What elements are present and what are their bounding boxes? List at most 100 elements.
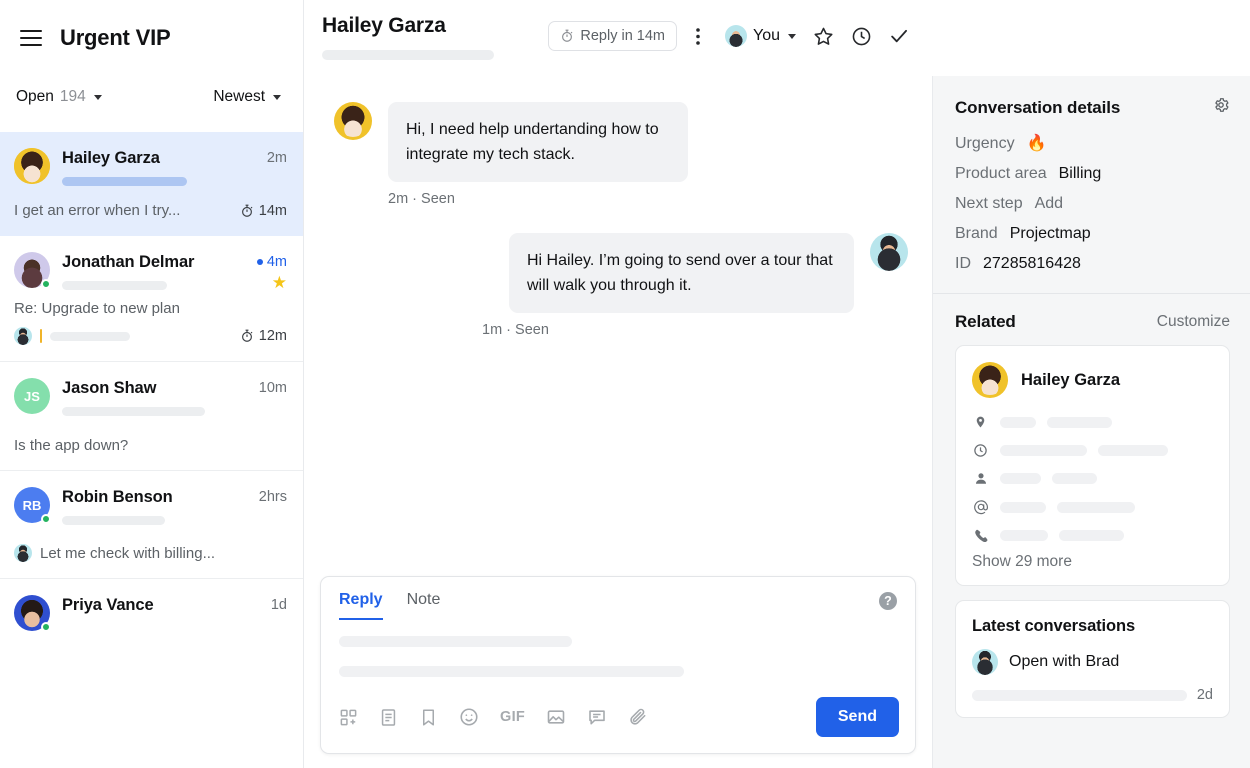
image-icon[interactable] <box>546 707 566 727</box>
list-item[interactable]: Jonathan Delmar 4m ★ Re: Upgrade to new … <box>0 236 303 362</box>
online-indicator <box>41 279 51 289</box>
sla-pill[interactable]: Reply in 14m <box>548 21 677 51</box>
list-item-name: Robin Benson <box>62 488 247 507</box>
emoji-icon[interactable] <box>459 707 479 727</box>
list-item[interactable]: RB Robin Benson 2hrs Let me check with b… <box>0 471 303 579</box>
avatar <box>14 252 50 288</box>
avatar-initials: JS <box>24 389 40 404</box>
assignee-selector[interactable]: You <box>719 22 802 50</box>
list-item-name: Jason Shaw <box>62 379 247 398</box>
field-placeholder <box>1000 417 1036 428</box>
conversation-icon[interactable] <box>587 707 607 727</box>
inbox-sidebar: Urgent VIP Open 194 Newest <box>0 0 304 768</box>
attribute-row[interactable]: Product area Billing <box>955 163 1230 185</box>
header-actions: Reply in 14m You <box>548 14 916 53</box>
avatar <box>972 649 998 675</box>
field-placeholder <box>1047 417 1112 428</box>
latest-conversation-time: 2d <box>1197 687 1213 703</box>
attribute-value: 27285816428 <box>983 253 1081 275</box>
check-icon <box>888 25 910 47</box>
hamburger-icon[interactable] <box>20 30 42 46</box>
message-bubble: Hi Hailey. I’m going to send over a tour… <box>509 233 854 313</box>
avatar <box>14 148 50 184</box>
star-icon <box>813 26 834 47</box>
participant-avatar <box>14 327 32 345</box>
attribute-row[interactable]: Urgency 🔥 <box>955 133 1230 155</box>
avatar <box>334 102 372 140</box>
list-item[interactable]: Hailey Garza 2m I get an error when I tr… <box>0 132 303 236</box>
composer-input[interactable] <box>321 620 915 677</box>
chevron-down-icon <box>94 95 102 100</box>
page-title: Hailey Garza <box>322 14 538 38</box>
list-item-name: Jonathan Delmar <box>62 253 245 272</box>
attribute-value: Add <box>1035 193 1063 215</box>
attribute-row[interactable]: Next step Add <box>955 193 1230 215</box>
contact-card: Hailey Garza <box>955 345 1230 586</box>
gear-icon[interactable] <box>1212 96 1230 119</box>
avatar <box>972 362 1008 398</box>
contact-field-row <box>972 499 1213 515</box>
list-item-time: 10m <box>259 380 287 396</box>
stopwatch-icon <box>240 204 254 218</box>
sla-time: 14m <box>259 203 287 219</box>
more-options-button[interactable] <box>681 19 715 53</box>
status-filter[interactable]: Open 194 <box>10 84 108 110</box>
tab-note[interactable]: Note <box>407 591 441 620</box>
saved-reply-icon[interactable] <box>419 708 438 727</box>
help-icon[interactable]: ? <box>879 592 897 610</box>
show-more-link[interactable]: Show 29 more <box>972 553 1213 571</box>
tab-reply[interactable]: Reply <box>339 591 383 620</box>
subtitle-placeholder <box>322 50 494 60</box>
avatar <box>725 25 747 47</box>
sidebar-filters: Open 194 Newest <box>0 76 303 118</box>
apps-add-icon[interactable] <box>339 708 358 727</box>
star-button[interactable] <box>806 19 840 53</box>
related-section: Related Customize Hailey Garza <box>933 294 1250 736</box>
send-button[interactable]: Send <box>816 697 899 737</box>
list-item-time: 2m <box>267 150 287 166</box>
stopwatch-icon <box>240 329 254 343</box>
kebab-menu-icon <box>696 28 700 45</box>
clock-icon <box>851 26 872 47</box>
draft-placeholder <box>50 332 130 341</box>
star-icon[interactable]: ★ <box>272 276 287 290</box>
attachment-icon[interactable] <box>628 707 648 727</box>
sidebar-header: Urgent VIP <box>0 0 303 76</box>
avatar-image <box>14 148 50 184</box>
field-placeholder <box>1000 473 1041 484</box>
field-placeholder <box>1000 502 1046 513</box>
sla-pill-label: Reply in 14m <box>580 28 665 44</box>
avatar <box>870 233 908 271</box>
article-icon[interactable] <box>379 708 398 727</box>
customize-link[interactable]: Customize <box>1157 313 1230 331</box>
field-placeholder <box>1098 445 1168 456</box>
message-outbound: Hi Hailey. I’m going to send over a tour… <box>334 233 908 313</box>
sort-filter[interactable]: Newest <box>207 84 287 110</box>
message-meta: 1m · Seen <box>482 322 908 338</box>
field-placeholder <box>1052 473 1097 484</box>
status-filter-label: Open <box>16 88 54 106</box>
attribute-value: Projectmap <box>1010 223 1091 245</box>
attribute-value: Billing <box>1059 163 1102 185</box>
subject-placeholder <box>62 407 205 416</box>
close-conversation-button[interactable] <box>882 19 916 53</box>
snooze-button[interactable] <box>844 19 878 53</box>
list-item[interactable]: JS Jason Shaw 10m Is the app down? <box>0 362 303 471</box>
attribute-value: 🔥 <box>1027 133 1047 155</box>
attribute-row[interactable]: Brand Projectmap <box>955 223 1230 245</box>
list-item[interactable]: Priya Vance 1d <box>0 579 303 647</box>
details-title: Conversation details <box>955 98 1120 118</box>
participant-avatar <box>14 544 32 562</box>
online-indicator <box>41 514 51 524</box>
latest-conversation-item[interactable]: Open with Brad <box>972 649 1213 675</box>
attribute-row[interactable]: ID 27285816428 <box>955 253 1230 275</box>
latest-conversations-title: Latest conversations <box>972 617 1213 636</box>
avatar: JS <box>14 378 50 414</box>
field-placeholder <box>1000 445 1087 456</box>
contact-name: Hailey Garza <box>1021 371 1120 390</box>
field-placeholder <box>1057 502 1135 513</box>
latest-conversation-label: Open with Brad <box>1009 653 1119 671</box>
sla-time: 12m <box>259 328 287 344</box>
message-bubble: Hi, I need help undertanding how to inte… <box>388 102 688 182</box>
gif-icon[interactable]: GIF <box>500 709 525 725</box>
